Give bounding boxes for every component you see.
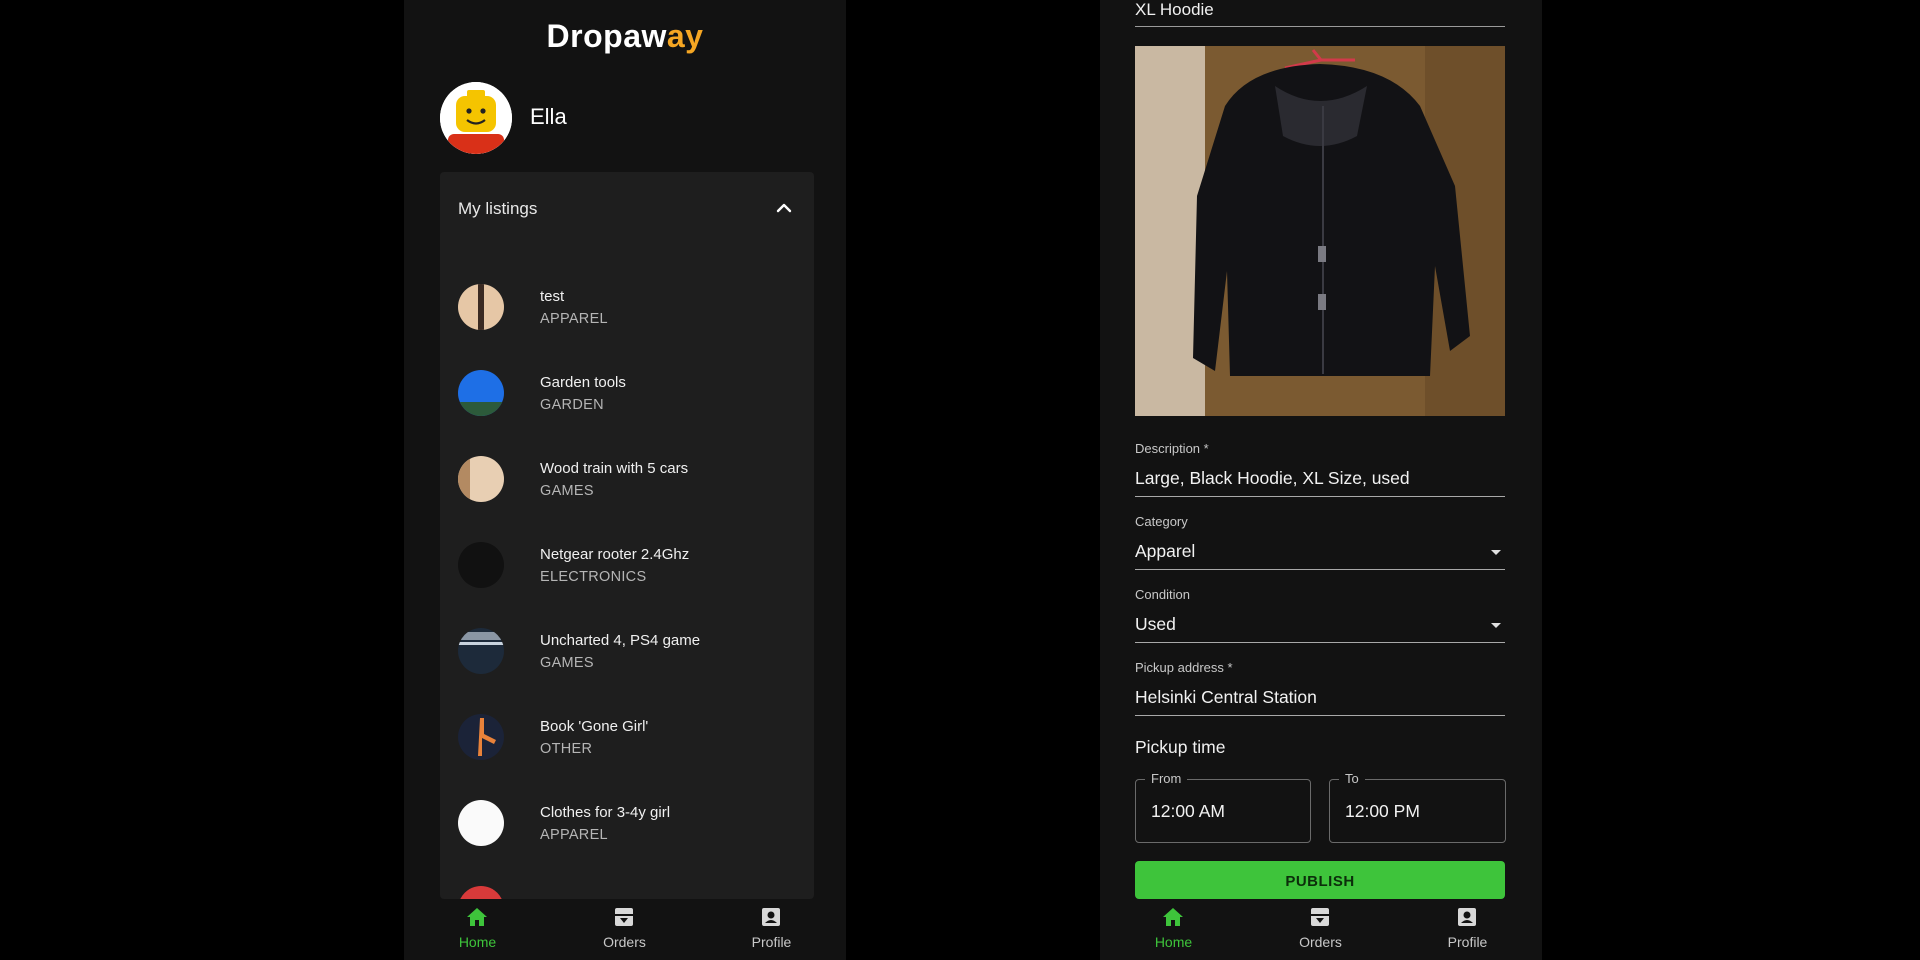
- listing-item[interactable]: Clothes for 3-4y girl APPAREL: [440, 780, 814, 866]
- nav-home[interactable]: Home: [404, 899, 551, 960]
- condition-dropdown-arrow-icon[interactable]: [1491, 623, 1501, 628]
- nav-profile-label: Profile: [1447, 934, 1488, 950]
- nav-profile[interactable]: Profile: [1394, 899, 1541, 960]
- listing-category: GAMES: [540, 483, 594, 499]
- listing-photo: [458, 628, 504, 674]
- listing-photo: [458, 714, 504, 760]
- listings-screen: Dropaway Ella My listings test APPAREL G…: [404, 0, 846, 960]
- description-input[interactable]: Large, Black Hoodie, XL Size, used: [1135, 468, 1410, 489]
- pickup-to-value: 12:00 PM: [1345, 801, 1420, 821]
- listing-photo: [458, 542, 504, 588]
- listing-thumbnail: [458, 800, 504, 846]
- my-listings-panel: My listings test APPAREL Garden tools GA…: [440, 172, 814, 899]
- category-underline: [1135, 569, 1505, 570]
- nav-profile-label: Profile: [751, 934, 792, 950]
- listing-item[interactable]: Netgear rooter 2.4Ghz ELECTRONICS: [440, 522, 814, 608]
- listing-thumbnail: [458, 628, 504, 674]
- listing-title: Garden tools: [540, 374, 626, 391]
- listing-title: test: [540, 288, 565, 305]
- listing-photo: [458, 284, 504, 330]
- description-label: Description *: [1135, 441, 1209, 456]
- nav-orders-label: Orders: [1299, 934, 1342, 950]
- chevron-up-icon[interactable]: [772, 196, 796, 220]
- bottom-navigation: Home Orders Profile: [404, 899, 846, 960]
- publish-button[interactable]: PUBLISH: [1135, 861, 1505, 899]
- listing-thumbnail: [458, 370, 504, 416]
- pickup-time-title: Pickup time: [1135, 737, 1226, 757]
- listing-photo: [458, 370, 504, 416]
- pickup-to-label: To: [1339, 771, 1365, 786]
- condition-label: Condition: [1135, 587, 1190, 602]
- listing-photo: [458, 800, 504, 846]
- home-icon: [467, 908, 487, 926]
- listing-thumbnail: [458, 714, 504, 760]
- description-underline: [1135, 496, 1505, 497]
- orders-icon: [615, 908, 633, 926]
- nav-orders[interactable]: Orders: [551, 899, 698, 960]
- listing-category: APPAREL: [540, 827, 608, 843]
- profile-icon: [762, 908, 780, 926]
- listing-title: Netgear rooter 2.4Ghz: [540, 546, 690, 563]
- listing-item[interactable]: Garden tools GARDEN: [440, 350, 814, 436]
- listing-item[interactable]: Wood train with 5 cars GAMES: [440, 436, 814, 522]
- listing-thumbnail: [458, 456, 504, 502]
- category-dropdown-arrow-icon[interactable]: [1491, 550, 1501, 555]
- username: Ella: [530, 104, 567, 129]
- listing-category: ELECTRONICS: [540, 569, 647, 585]
- orders-icon: [1311, 908, 1329, 926]
- pickup-from-field[interactable]: From 12:00 AM: [1135, 771, 1311, 843]
- pickup-from-label: From: [1145, 771, 1188, 786]
- listing-item[interactable]: Book 'Gone Girl' OTHER: [440, 694, 814, 780]
- pickup-from-value: 12:00 AM: [1151, 801, 1225, 821]
- nav-home-label: Home: [1154, 934, 1193, 950]
- listing-title: Wood train with 5 cars: [540, 460, 689, 477]
- listing-item-partial[interactable]: [440, 866, 814, 899]
- logo-text-part2: ay: [666, 18, 704, 54]
- listing-category: APPAREL: [540, 311, 608, 327]
- listing-photo: [458, 456, 504, 502]
- nav-home-label: Home: [458, 934, 497, 950]
- listing-photo[interactable]: [1135, 46, 1505, 416]
- bottom-navigation: Home Orders Profile: [1100, 899, 1542, 960]
- pickup-address-input[interactable]: Helsinki Central Station: [1135, 687, 1317, 708]
- nav-home[interactable]: Home: [1100, 899, 1247, 960]
- listing-thumbnail: [458, 542, 504, 588]
- listing-title-input[interactable]: XL Hoodie: [1135, 0, 1214, 20]
- listing-title: Book 'Gone Girl': [540, 718, 649, 735]
- nav-orders[interactable]: Orders: [1247, 899, 1394, 960]
- category-label: Category: [1135, 514, 1188, 529]
- title-underline: [1135, 26, 1505, 27]
- listing-category: OTHER: [540, 741, 593, 757]
- listing-photo: [458, 886, 504, 899]
- listing-thumbnail: [458, 284, 504, 330]
- nav-orders-label: Orders: [603, 934, 646, 950]
- category-select[interactable]: Apparel: [1135, 541, 1195, 562]
- my-listings-title: My listings: [458, 199, 538, 218]
- hoodie-photo: [1135, 46, 1505, 416]
- listing-category: GAMES: [540, 655, 594, 671]
- app-logo: Dropaway: [404, 18, 846, 55]
- listing-category: GARDEN: [540, 397, 604, 413]
- condition-select[interactable]: Used: [1135, 614, 1176, 635]
- condition-underline: [1135, 642, 1505, 643]
- profile-icon: [1458, 908, 1476, 926]
- lego-avatar-icon: [440, 82, 512, 154]
- pickup-to-field[interactable]: To 12:00 PM: [1329, 771, 1506, 843]
- my-listings-header[interactable]: My listings: [440, 172, 814, 244]
- listing-item[interactable]: Uncharted 4, PS4 game GAMES: [440, 608, 814, 694]
- new-listing-screen: XL Hoodie Description * Large, Black Hoo…: [1100, 0, 1542, 960]
- pickup-address-underline: [1135, 715, 1505, 716]
- listing-title: Clothes for 3-4y girl: [540, 804, 671, 821]
- listing-thumbnail: [458, 886, 504, 899]
- nav-profile[interactable]: Profile: [698, 899, 845, 960]
- logo-text-part1: Dropaw: [546, 18, 667, 54]
- pickup-address-label: Pickup address *: [1135, 660, 1233, 675]
- listing-item[interactable]: test APPAREL: [440, 264, 814, 350]
- listing-title: Uncharted 4, PS4 game: [540, 632, 701, 649]
- home-icon: [1163, 908, 1183, 926]
- user-avatar[interactable]: [440, 82, 512, 154]
